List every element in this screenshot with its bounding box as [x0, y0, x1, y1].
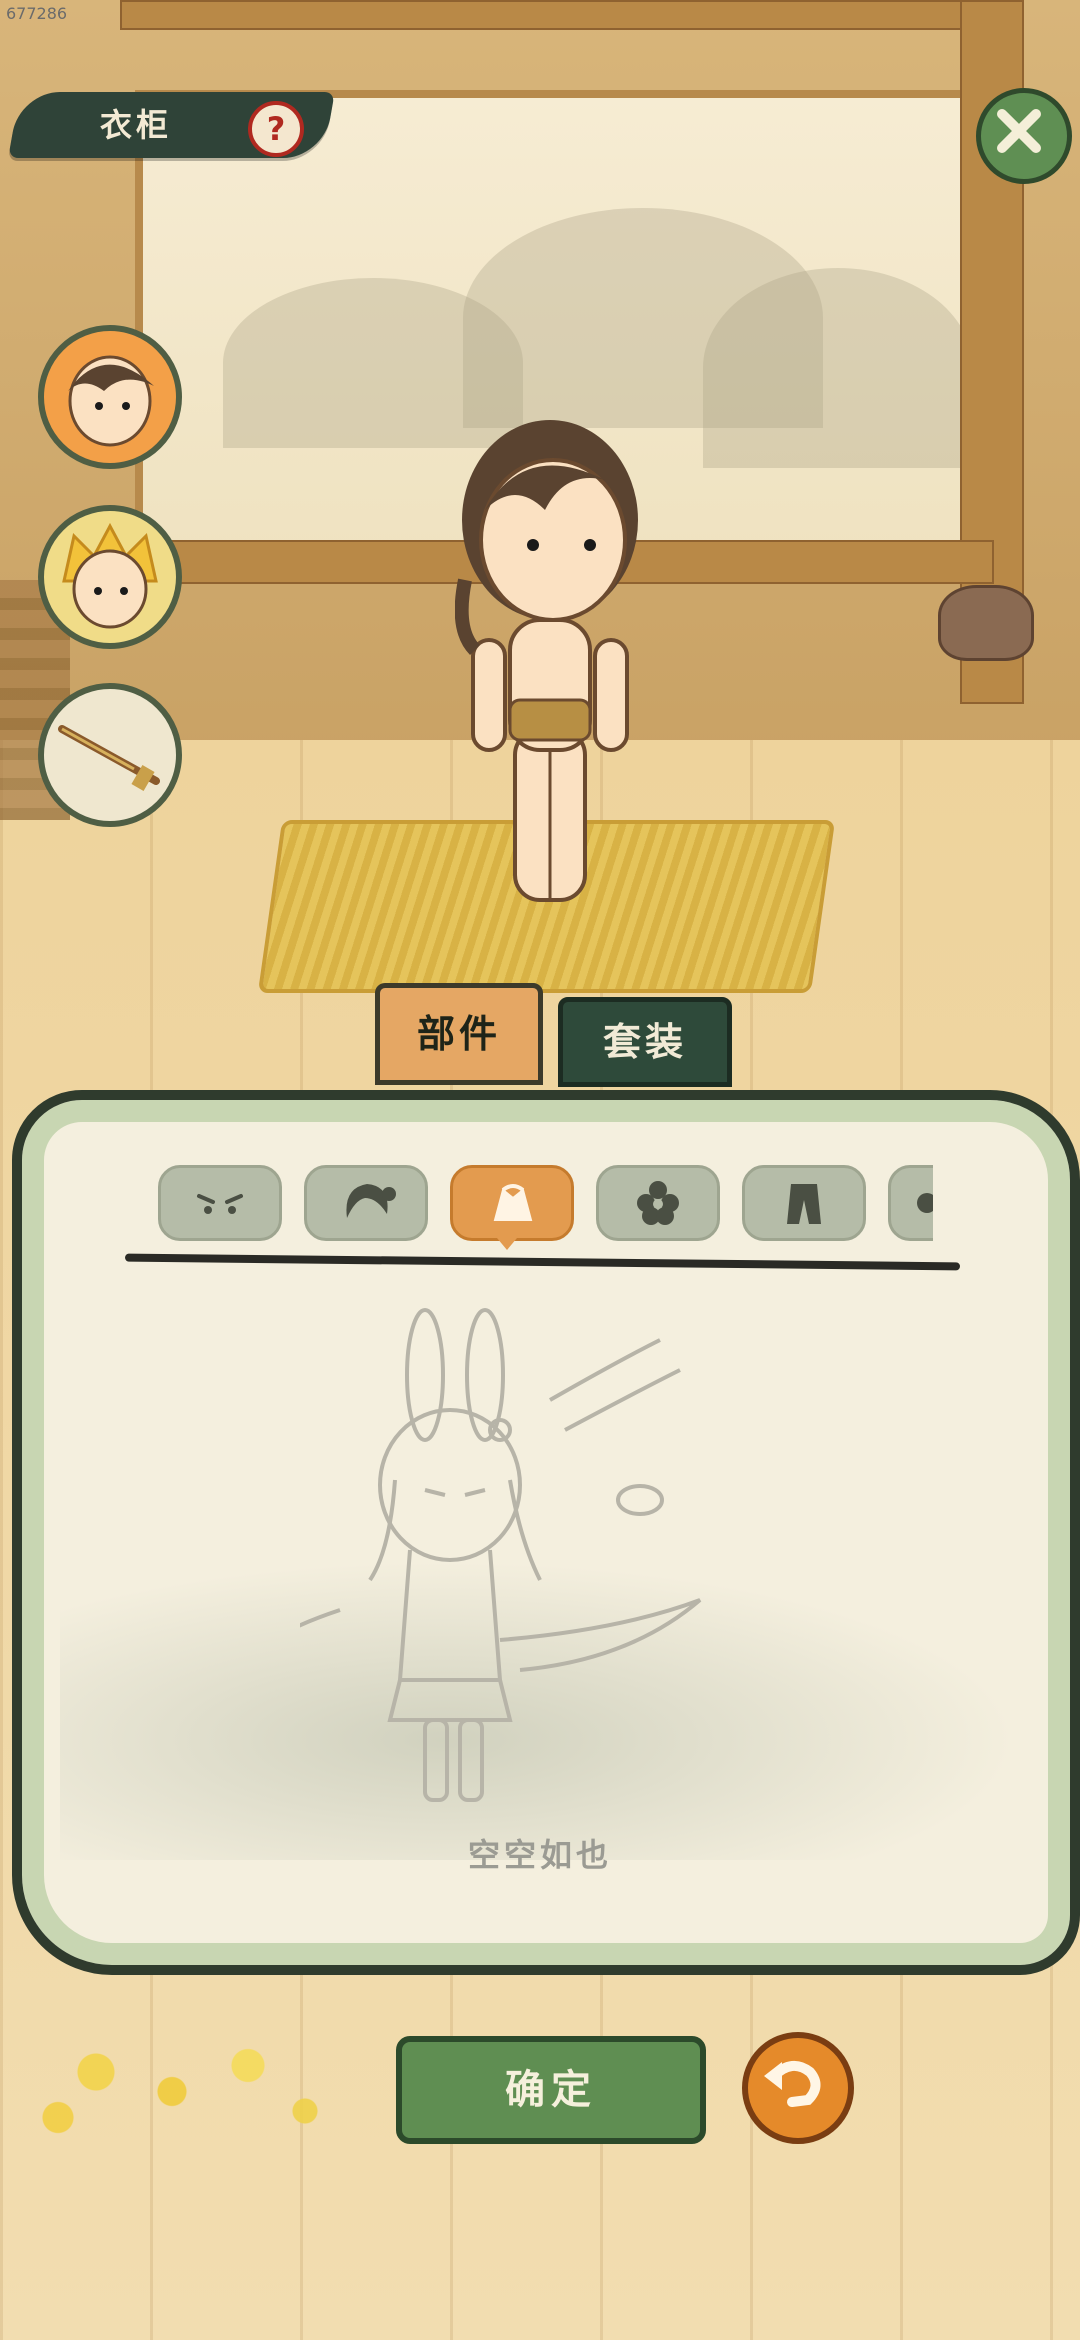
- close-icon: [997, 109, 1041, 153]
- character-slot-hero[interactable]: [38, 325, 182, 469]
- category-pants[interactable]: [742, 1165, 866, 1241]
- tab-outfits[interactable]: 套装: [558, 997, 732, 1087]
- flower-icon: [637, 1181, 679, 1225]
- category-hair[interactable]: [304, 1165, 428, 1241]
- close-button[interactable]: [976, 88, 1072, 184]
- hero-portrait-icon: [68, 355, 154, 447]
- category-selector: [158, 1165, 933, 1245]
- roof-beam: [120, 0, 984, 30]
- golden-hair-portrait-icon: [62, 522, 158, 629]
- character-slot-monkey[interactable]: [38, 505, 182, 649]
- character-preview: [455, 420, 638, 902]
- eyes-icon: [197, 1194, 243, 1214]
- fallen-leaves: [20, 2020, 400, 2150]
- clothing-icon: [493, 1184, 533, 1221]
- build-id: 677286: [6, 4, 68, 23]
- hair-icon: [346, 1184, 396, 1218]
- undo-button[interactable]: [742, 2032, 854, 2144]
- help-button[interactable]: ?: [248, 101, 304, 157]
- pants-icon: [787, 1184, 821, 1224]
- empty-state-illustration: [300, 1308, 702, 1802]
- page-title: 衣柜: [100, 106, 173, 144]
- sword-icon: [58, 725, 160, 792]
- weapon-slot[interactable]: [38, 683, 182, 827]
- category-more[interactable]: [888, 1165, 933, 1241]
- clay-pot: [938, 585, 1034, 661]
- more-icon: [917, 1193, 933, 1213]
- category-clothing[interactable]: [450, 1165, 574, 1241]
- empty-state-text: 空空如也: [467, 1836, 612, 1874]
- confirm-button[interactable]: 确定: [396, 2036, 706, 2144]
- tab-parts[interactable]: 部件: [375, 983, 543, 1085]
- category-accessory[interactable]: [596, 1165, 720, 1241]
- category-eyes[interactable]: [158, 1165, 282, 1241]
- active-category-pointer: [497, 1238, 517, 1250]
- undo-icon: [764, 2061, 821, 2107]
